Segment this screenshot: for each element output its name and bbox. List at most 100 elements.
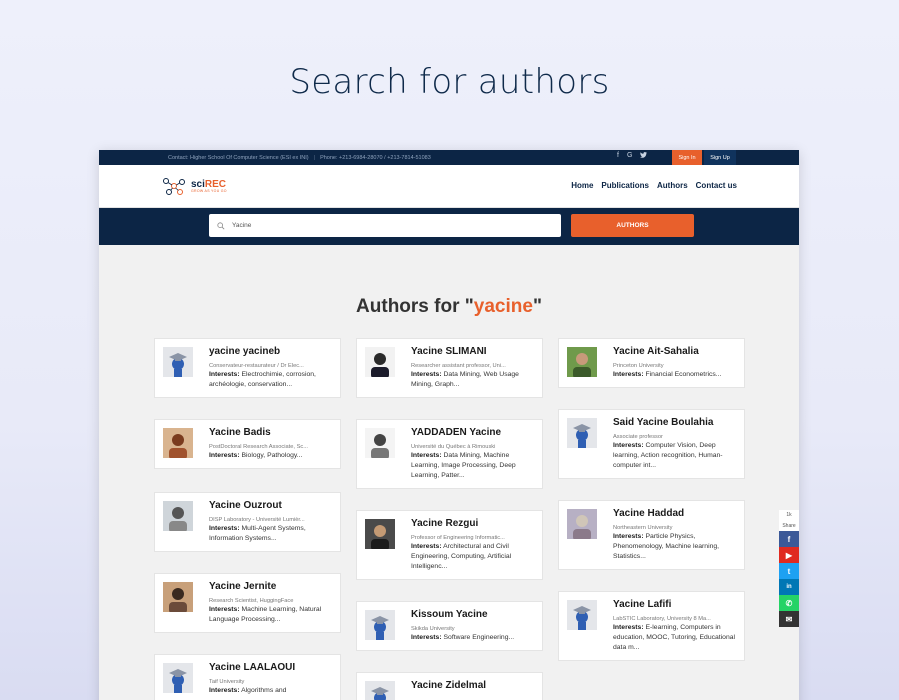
author-name[interactable]: Yacine Badis	[209, 427, 333, 439]
phone-text: Phone: +213-6984-28070 / +213-7814-51083	[320, 154, 431, 161]
search-icon	[217, 221, 225, 229]
interests-label: Interests:	[411, 452, 442, 459]
interests-text: Financial Econometrics...	[645, 371, 722, 378]
logo-tagline: GROW AS YOU GO	[191, 188, 227, 193]
interests-label: Interests:	[209, 606, 240, 613]
default-avatar-icon[interactable]	[163, 663, 193, 693]
results-title: Authors for "yacine"	[356, 296, 542, 317]
author-interests: Interests: Software Engineering...	[411, 633, 535, 643]
share-label: Share	[779, 520, 799, 531]
author-name[interactable]: Yacine Ouzrout	[209, 500, 333, 512]
author-affiliation: Associate professor	[613, 434, 663, 440]
default-avatar-icon[interactable]	[163, 347, 193, 377]
author-name[interactable]: YADDADEN Yacine	[411, 427, 535, 439]
twitter-icon[interactable]	[640, 152, 648, 160]
author-photo[interactable]	[365, 347, 395, 377]
author-card[interactable]: Yacine Haddad Northeastern University Inte…	[558, 500, 745, 570]
author-interests: Interests: Algorithms and	[209, 686, 333, 696]
author-photo[interactable]	[365, 519, 395, 549]
results-query: yacine	[473, 296, 533, 317]
author-name[interactable]: Kissoum Yacine	[411, 609, 535, 621]
search-band: Yacine AUTHORS	[99, 208, 799, 245]
author-photo[interactable]	[163, 428, 193, 458]
interests-label: Interests:	[411, 634, 442, 641]
google-icon[interactable]: G	[627, 152, 632, 160]
author-card[interactable]: Yacine Badis PostDoctoral Research Associ…	[154, 419, 341, 469]
default-avatar-icon[interactable]	[567, 418, 597, 448]
scirec-logo[interactable]: sciREC GROW AS YOU GO	[161, 176, 227, 196]
author-name[interactable]: Yacine SLIMANI	[411, 346, 535, 358]
main-navbar: sciREC GROW AS YOU GO Home Publications …	[99, 165, 799, 208]
author-photo[interactable]	[163, 501, 193, 531]
author-card[interactable]: Yacine Ouzrout DISP Laboratory - Universi…	[154, 492, 341, 552]
author-name[interactable]: Yacine LAALAOUI	[209, 662, 333, 674]
interests-label: Interests:	[209, 687, 240, 694]
author-photo[interactable]	[567, 509, 597, 539]
sign-up-button[interactable]: Sign Up	[704, 150, 736, 165]
interests-label: Interests:	[613, 533, 644, 540]
author-name[interactable]: Yacine Zidelmal	[411, 680, 535, 692]
browser-screenshot-frame: Contact: Higher School Of Computer Scien…	[99, 150, 799, 700]
interests-label: Interests:	[411, 371, 442, 378]
author-card[interactable]: Yacine Jernite Research Scientist, Huggin…	[154, 573, 341, 633]
author-card[interactable]: Yacine Rezgui Professor of Engineering In…	[356, 510, 543, 580]
author-card[interactable]: Yacine LAALAOUI Taif University Interests:…	[154, 654, 341, 700]
author-affiliation: Taif University	[209, 679, 245, 685]
youtube-share-icon[interactable]: ▶	[779, 547, 799, 563]
author-name[interactable]: Said Yacine Boulahia	[613, 417, 737, 429]
nav-home[interactable]: Home	[571, 181, 593, 190]
main-menu: Home Publications Authors Contact us	[571, 181, 737, 190]
share-count: 1k	[779, 510, 799, 520]
author-interests: Interests: Machine Learning, Natural Lan…	[209, 605, 333, 625]
author-card[interactable]: Yacine Zidelmal	[356, 672, 543, 700]
author-name[interactable]: Yacine Haddad	[613, 508, 737, 520]
default-avatar-icon[interactable]	[567, 600, 597, 630]
author-card[interactable]: Said Yacine Boulahia Associate professor I…	[558, 409, 745, 479]
nav-contact[interactable]: Contact us	[696, 181, 737, 190]
author-interests: Interests: Computer Vision, Deep learnin…	[613, 441, 737, 471]
facebook-icon[interactable]: f	[617, 152, 619, 160]
author-interests: Interests: Multi-Agent Systems, Informat…	[209, 524, 333, 544]
author-search-input[interactable]: Yacine	[209, 214, 561, 237]
logo-prefix: sci	[191, 178, 205, 190]
author-name[interactable]: Yacine Ait-Sahalia	[613, 346, 737, 358]
author-card[interactable]: Yacine Ait-Sahalia Princeton University In…	[558, 338, 745, 388]
author-card[interactable]: Yacine SLIMANI Researcher assistant profe…	[356, 338, 543, 398]
author-affiliation: PostDoctoral Research Associate, Sc...	[209, 444, 308, 450]
interests-label: Interests:	[613, 442, 644, 449]
linkedin-share-icon[interactable]: in	[779, 579, 799, 595]
author-interests: Interests: Data Mining, Web Usage Mining…	[411, 370, 535, 390]
search-input-value: Yacine	[232, 222, 252, 229]
facebook-share-icon[interactable]: f	[779, 531, 799, 547]
author-name[interactable]: Yacine Jernite	[209, 581, 333, 593]
author-card[interactable]: Kissoum Yacine Skikda University Interests…	[356, 601, 543, 651]
default-avatar-icon[interactable]	[365, 681, 395, 700]
author-interests: Interests: Biology, Pathology...	[209, 451, 333, 461]
authors-search-button[interactable]: AUTHORS	[571, 214, 694, 237]
contact-text: Contact: Higher School Of Computer Scien…	[168, 154, 309, 161]
author-affiliation: Northeastern University	[613, 525, 673, 531]
author-name[interactable]: Yacine Lafifi	[613, 599, 737, 611]
author-photo[interactable]	[163, 582, 193, 612]
author-affiliation: Université du Québec à Rimouski	[411, 444, 496, 450]
author-interests: Interests: Particle Physics, Phenomenolo…	[613, 532, 737, 562]
author-card[interactable]: YADDADEN Yacine Université du Québec à Ri…	[356, 419, 543, 489]
author-card[interactable]: Yacine Lafifi LabSTIC Laboratory, Univers…	[558, 591, 745, 661]
author-card[interactable]: yacine yacineb Conservateur-restaurateur …	[154, 338, 341, 398]
nav-authors[interactable]: Authors	[657, 181, 688, 190]
interests-text: Algorithms and	[241, 687, 287, 694]
molecule-logo-icon	[163, 178, 185, 195]
author-photo[interactable]	[567, 347, 597, 377]
whatsapp-share-icon[interactable]: ✆	[779, 595, 799, 611]
sign-in-button[interactable]: Sign In	[672, 150, 702, 165]
email-share-icon[interactable]: ✉	[779, 611, 799, 627]
default-avatar-icon[interactable]	[365, 610, 395, 640]
twitter-share-icon[interactable]: t	[779, 563, 799, 579]
author-name[interactable]: Yacine Rezgui	[411, 518, 535, 530]
author-interests: Interests: Data Mining, Machine Learning…	[411, 451, 535, 481]
interests-label: Interests:	[209, 371, 240, 378]
author-affiliation: LabSTIC Laboratory, University 8 Ma...	[613, 616, 711, 622]
author-photo[interactable]	[365, 428, 395, 458]
nav-publications[interactable]: Publications	[601, 181, 649, 190]
author-name[interactable]: yacine yacineb	[209, 346, 333, 358]
